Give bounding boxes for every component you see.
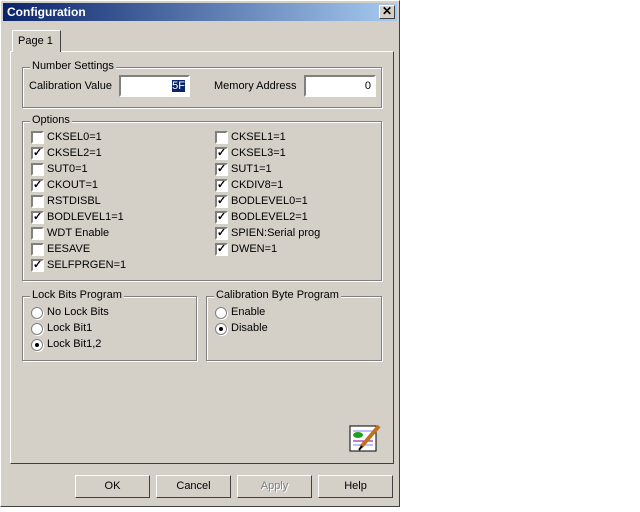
radio-button[interactable] — [31, 323, 43, 335]
apply-button[interactable]: Apply — [237, 475, 312, 498]
checkbox[interactable] — [31, 195, 44, 208]
memory-address-text: 0 — [364, 80, 371, 92]
option-checkbox-row[interactable]: WDT Enable — [31, 227, 191, 241]
option-checkbox-row[interactable]: ✓ SPIEN:Serial prog — [215, 227, 375, 241]
option-label: CKSEL2=1 — [47, 147, 102, 159]
apply-label: Apply — [260, 480, 289, 492]
option-checkbox-row[interactable]: ✓ CKDIV8=1 — [215, 179, 375, 193]
memory-address-label: Memory Address — [214, 80, 297, 92]
edit-configuration-icon[interactable] — [349, 423, 381, 453]
radio-button[interactable] — [215, 307, 227, 319]
option-checkbox-row[interactable]: ✓ SELFPRGEN=1 — [31, 259, 191, 273]
configuration-dialog: Configuration ✕ Page 1 Number Settings C… — [0, 0, 400, 507]
checkbox[interactable]: ✓ — [215, 243, 228, 256]
radio-button[interactable] — [215, 323, 227, 335]
option-label: CKDIV8=1 — [231, 179, 284, 191]
option-label: CKSEL1=1 — [231, 131, 286, 143]
title-bar: Configuration — [3, 3, 397, 21]
number-settings-legend: Number Settings — [30, 60, 116, 72]
checkbox[interactable]: ✓ — [215, 163, 228, 176]
checkbox[interactable]: ✓ — [215, 227, 228, 240]
option-checkbox-row[interactable]: ✓ BODLEVEL0=1 — [215, 195, 375, 209]
cancel-button[interactable]: Cancel — [156, 475, 231, 498]
option-checkbox-row[interactable]: ✓ SUT1=1 — [215, 163, 375, 177]
close-button[interactable]: ✕ — [379, 5, 395, 19]
radio-label: Lock Bit1,2 — [47, 338, 102, 350]
help-button[interactable]: Help — [318, 475, 393, 498]
radio-option-row[interactable]: Disable — [215, 322, 365, 336]
option-checkbox-row[interactable]: CKSEL0=1 — [31, 131, 191, 145]
radio-option-row[interactable]: Lock Bit1,2 — [31, 338, 181, 352]
options-legend: Options — [30, 114, 72, 126]
option-label: SELFPRGEN=1 — [47, 259, 127, 271]
close-icon: ✕ — [381, 4, 393, 18]
calibration-value-text: 5F — [172, 80, 185, 92]
checkbox[interactable] — [31, 243, 44, 256]
radio-option-row[interactable]: Lock Bit1 — [31, 322, 181, 336]
checkbox[interactable]: ✓ — [215, 195, 228, 208]
option-checkbox-row[interactable]: EESAVE — [31, 243, 191, 257]
option-checkbox-row[interactable]: ✓ CKSEL2=1 — [31, 147, 191, 161]
checkbox[interactable] — [215, 131, 228, 144]
checkbox[interactable]: ✓ — [31, 211, 44, 224]
radio-button[interactable] — [31, 339, 43, 351]
option-checkbox-row[interactable]: ✓ CKOUT=1 — [31, 179, 191, 193]
option-checkbox-row[interactable]: ✓ CKSEL3=1 — [215, 147, 375, 161]
radio-button[interactable] — [31, 307, 43, 319]
help-label: Help — [344, 480, 367, 492]
ok-label: OK — [104, 480, 121, 492]
radio-label: Enable — [231, 306, 266, 318]
option-label: SUT1=1 — [231, 163, 272, 175]
checkbox[interactable]: ✓ — [31, 147, 44, 160]
cancel-label: Cancel — [176, 480, 211, 492]
option-label: EESAVE — [47, 243, 91, 255]
option-checkbox-row[interactable]: ✓ BODLEVEL1=1 — [31, 211, 191, 225]
option-label: RSTDISBL — [47, 195, 101, 207]
tab-page-1[interactable]: Page 1 — [12, 30, 61, 52]
option-label: CKSEL0=1 — [47, 131, 102, 143]
checkbox[interactable]: ✓ — [31, 179, 44, 192]
lock-bits-legend: Lock Bits Program — [30, 289, 124, 301]
option-label: BODLEVEL1=1 — [47, 211, 124, 223]
radio-option-row[interactable]: No Lock Bits — [31, 306, 181, 320]
checkbox[interactable]: ✓ — [31, 259, 44, 272]
option-label: CKSEL3=1 — [231, 147, 286, 159]
ok-button[interactable]: OK — [75, 475, 150, 498]
checkbox[interactable] — [31, 227, 44, 240]
option-label: DWEN=1 — [231, 243, 278, 255]
option-label: WDT Enable — [47, 227, 110, 239]
checkbox[interactable]: ✓ — [215, 179, 228, 192]
calibration-byte-legend: Calibration Byte Program — [214, 289, 341, 301]
window-title: Configuration — [7, 5, 86, 19]
checkbox[interactable] — [31, 131, 44, 144]
option-label: BODLEVEL2=1 — [231, 211, 308, 223]
option-label: SPIEN:Serial prog — [231, 227, 321, 239]
option-label: CKOUT=1 — [47, 179, 99, 191]
option-checkbox-row[interactable]: SUT0=1 — [31, 163, 191, 177]
tab-label: Page 1 — [18, 35, 53, 47]
radio-label: Lock Bit1 — [47, 322, 93, 334]
calibration-value-input[interactable]: 5F — [119, 75, 190, 97]
option-label: BODLEVEL0=1 — [231, 195, 308, 207]
checkbox[interactable]: ✓ — [215, 211, 228, 224]
option-checkbox-row[interactable]: ✓ BODLEVEL2=1 — [215, 211, 375, 225]
radio-option-row[interactable]: Enable — [215, 306, 365, 320]
option-checkbox-row[interactable]: RSTDISBL — [31, 195, 191, 209]
checkbox[interactable] — [31, 163, 44, 176]
option-checkbox-row[interactable]: CKSEL1=1 — [215, 131, 375, 145]
radio-label: No Lock Bits — [47, 306, 109, 318]
radio-label: Disable — [231, 322, 268, 334]
checkbox[interactable]: ✓ — [215, 147, 228, 160]
option-label: SUT0=1 — [47, 163, 88, 175]
memory-address-input[interactable]: 0 — [304, 75, 376, 97]
calibration-value-label: Calibration Value — [29, 80, 112, 92]
option-checkbox-row[interactable]: ✓ DWEN=1 — [215, 243, 375, 257]
